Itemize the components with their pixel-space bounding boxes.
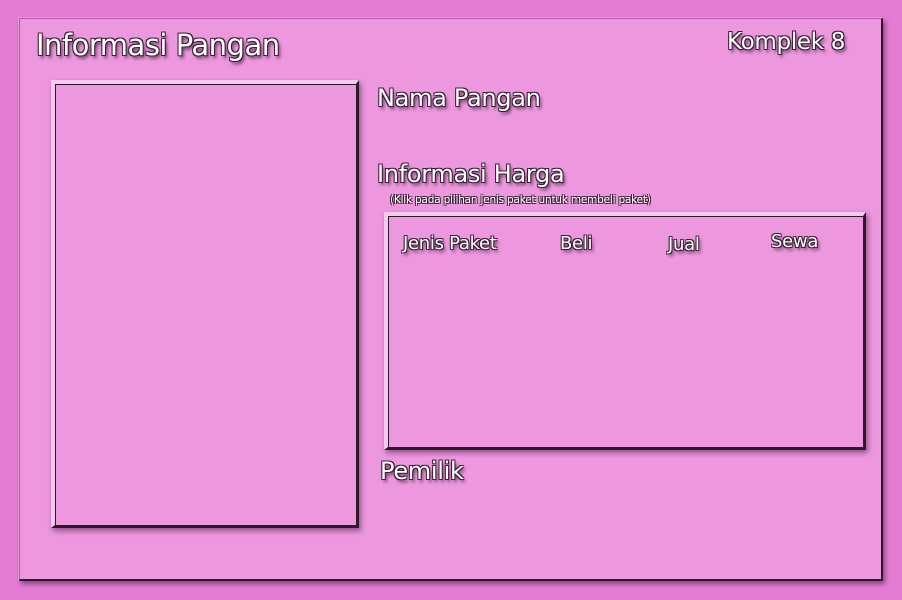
owner-label: Pemilik <box>380 457 464 485</box>
complex-label: Komplek 8 <box>727 29 846 55</box>
column-header-buy: Beli <box>560 233 593 254</box>
food-name-label: Nama Pangan <box>377 84 541 112</box>
column-header-rent: Sewa <box>771 231 819 252</box>
price-info-hint: (Klik pada pilihan jenis paket untuk mem… <box>390 194 651 206</box>
column-header-sell: Jual <box>668 234 700 255</box>
food-image-area <box>55 84 356 525</box>
price-info-heading: Informasi Harga <box>377 160 565 188</box>
column-header-package-type: Jenis Paket <box>403 233 497 254</box>
page-title: Informasi Pangan <box>36 28 280 62</box>
food-image-frame <box>51 80 359 528</box>
